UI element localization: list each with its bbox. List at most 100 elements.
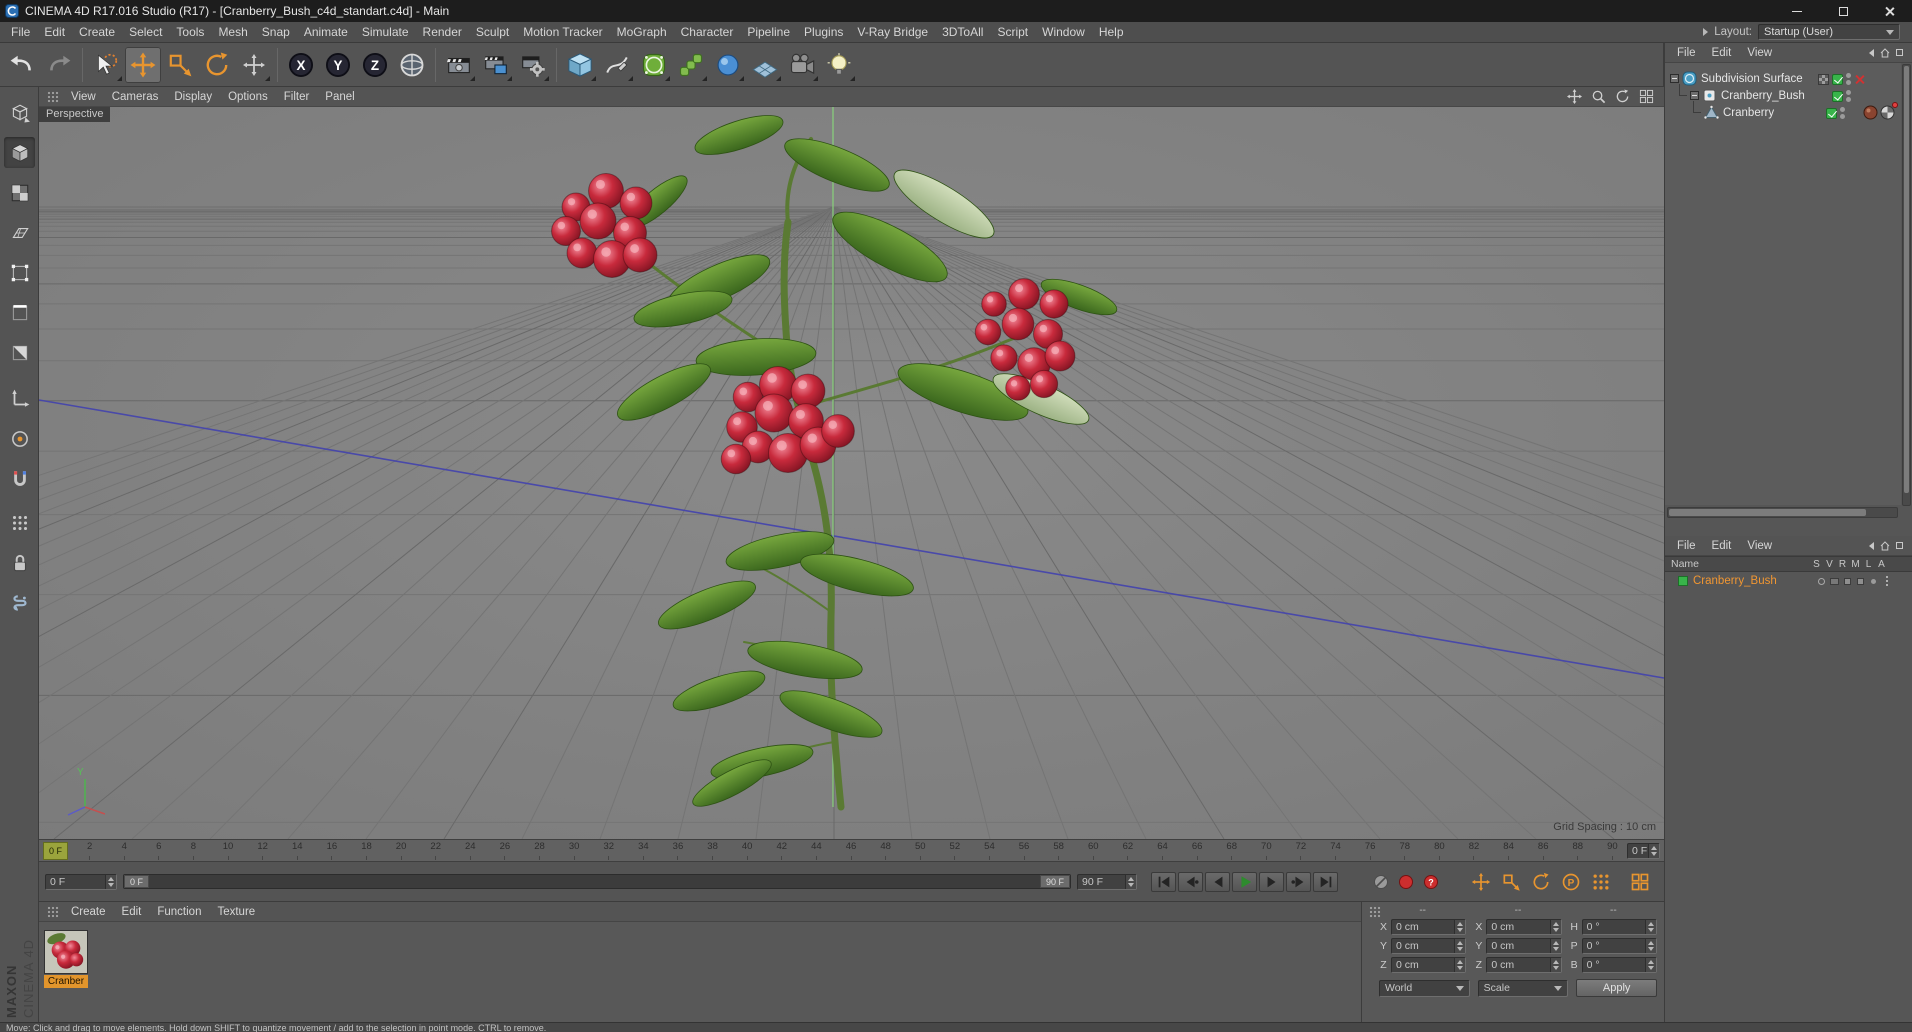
preview-range-slider[interactable]: 0 F 90 F [123,874,1071,889]
menu-v-ray-bridge[interactable]: V-Ray Bridge [850,22,935,42]
viewport-menu-cameras[interactable]: Cameras [104,87,167,107]
timeline-ruler[interactable]: 0246810121416182022242628303234363840424… [39,839,1664,862]
layer-manager-menu-edit[interactable]: Edit [1704,536,1740,556]
enabled-check-icon[interactable] [1832,73,1843,85]
last-used-tool-button[interactable] [236,47,272,83]
layer-render-icon[interactable] [1844,577,1851,585]
coord-field-size-x[interactable]: 0 cm [1486,919,1562,935]
object-manager-hscrollbar[interactable] [1667,507,1898,518]
go-to-start-button[interactable] [1151,871,1176,892]
menu-create[interactable]: Create [72,22,122,42]
undo-button[interactable] [4,47,40,83]
menu-pipeline[interactable]: Pipeline [740,22,797,42]
expand-toggle-icon[interactable] [1690,91,1699,100]
viewport-menu-view[interactable]: View [63,87,104,107]
timeline-tick-48[interactable]: 48 [875,841,897,860]
menu-tools[interactable]: Tools [169,22,211,42]
menu-help[interactable]: Help [1092,22,1131,42]
record-keyframe-button[interactable] [1370,871,1391,892]
record-parameter-button[interactable]: P [1557,870,1585,894]
panel-home-icon[interactable] [1880,540,1890,551]
freehand-spline-button[interactable] [599,47,635,83]
timeline-tick-8[interactable]: 8 [182,841,204,860]
spinner-icon[interactable] [1549,958,1561,972]
visibility-dots-icon[interactable] [1846,73,1851,85]
autokeying-button[interactable]: ? [1420,871,1441,892]
timeline-tick-40[interactable]: 40 [736,841,758,860]
layer-color-swatch[interactable] [1678,576,1688,586]
material-menu-function[interactable]: Function [149,902,209,922]
timeline-tick-36[interactable]: 36 [667,841,689,860]
timeline-tick-66[interactable]: 66 [1186,841,1208,860]
timeline-tick-6[interactable]: 6 [148,841,170,860]
timeline-tick-72[interactable]: 72 [1290,841,1312,860]
panel-menu-icon[interactable] [1896,49,1903,56]
coord-field-rotation-p[interactable]: 0 ° [1581,938,1657,954]
timeline-tick-26[interactable]: 26 [494,841,516,860]
redo-button[interactable] [41,47,77,83]
timeline-tick-70[interactable]: 70 [1255,841,1277,860]
timeline-tick-14[interactable]: 14 [286,841,308,860]
keyframe-selection-button[interactable] [1626,870,1654,894]
object-row-subdivision-surface[interactable]: Subdivision Surface [1665,70,1901,87]
disabled-cross-icon[interactable] [1854,74,1865,85]
menu-mesh[interactable]: Mesh [211,22,254,42]
spinner-icon[interactable] [1549,939,1561,953]
quantize-button[interactable] [4,507,35,538]
coord-field-rotation-h[interactable]: 0 ° [1581,919,1657,935]
object-row-cranberry[interactable]: Cranberry [1665,101,1901,121]
timeline-tick-12[interactable]: 12 [252,841,274,860]
timeline-tick-46[interactable]: 46 [840,841,862,860]
mograph-cloner-button[interactable] [673,47,709,83]
panel-home-icon[interactable] [1880,47,1890,58]
apply-button[interactable]: Apply [1576,979,1658,997]
panel-menu-icon[interactable] [1896,542,1903,549]
spinner-icon[interactable] [1644,939,1656,953]
spinner-icon[interactable] [1648,844,1659,858]
spinner-icon[interactable] [1454,958,1466,972]
current-frame-field[interactable]: 0 F [45,873,117,890]
menu-mograph[interactable]: MoGraph [610,22,674,42]
timeline-tick-82[interactable]: 82 [1463,841,1485,860]
visibility-dots-icon[interactable] [1840,107,1845,119]
light-button[interactable] [821,47,857,83]
layer-chip-icon[interactable] [1818,73,1829,85]
timeline-tick-54[interactable]: 54 [978,841,1000,860]
viewport-canvas[interactable]: Y Perspective Grid Spacing : 10 cm [39,107,1664,839]
edit-render-settings-button[interactable] [515,47,551,83]
rotate-view-icon[interactable] [1615,89,1630,104]
visibility-dots-icon[interactable] [1846,90,1851,102]
toggle-views-icon[interactable] [1639,89,1654,104]
edges-mode-button[interactable] [4,297,35,328]
lock-z-axis-button[interactable]: Z [357,47,393,83]
timeline-tick-44[interactable]: 44 [805,841,827,860]
menu-script[interactable]: Script [990,22,1035,42]
viewport-menu-filter[interactable]: Filter [276,87,318,107]
timeline-tick-76[interactable]: 76 [1359,841,1381,860]
spinner-icon[interactable] [1549,920,1561,934]
coord-field-position-x[interactable]: 0 cm [1391,919,1467,935]
spinner-icon[interactable] [1644,958,1656,972]
layer-manager-icon[interactable] [1857,577,1864,585]
go-to-previous-key-button[interactable] [1178,871,1203,892]
go-to-next-key-button[interactable] [1286,871,1311,892]
timeline-tick-4[interactable]: 4 [113,841,135,860]
timeline-tick-86[interactable]: 86 [1532,841,1554,860]
panel-grip-icon[interactable] [47,90,59,103]
timeline-tick-64[interactable]: 64 [1152,841,1174,860]
layer-lock-icon[interactable] [1871,578,1876,584]
timeline-tick-56[interactable]: 56 [1013,841,1035,860]
panel-grip-icon[interactable] [47,905,59,918]
coord-field-rotation-b[interactable]: 0 ° [1581,957,1657,973]
layout-arrow-icon[interactable] [1703,28,1709,36]
menu-3dtoall[interactable]: 3DToAll [935,22,990,42]
layer-view-icon[interactable] [1830,577,1839,585]
timeline-tick-74[interactable]: 74 [1325,841,1347,860]
record-rotation-button[interactable] [1527,870,1555,894]
expand-toggle-icon[interactable] [1670,74,1679,83]
timeline-tick-84[interactable]: 84 [1498,841,1520,860]
record-point-level-button[interactable] [1587,870,1615,894]
scrollbar-thumb[interactable] [1904,66,1909,493]
layer-row-cranberry-bush[interactable]: Cranberry_Bush [1665,572,1912,590]
layer-manager-menu-view[interactable]: View [1739,536,1780,556]
